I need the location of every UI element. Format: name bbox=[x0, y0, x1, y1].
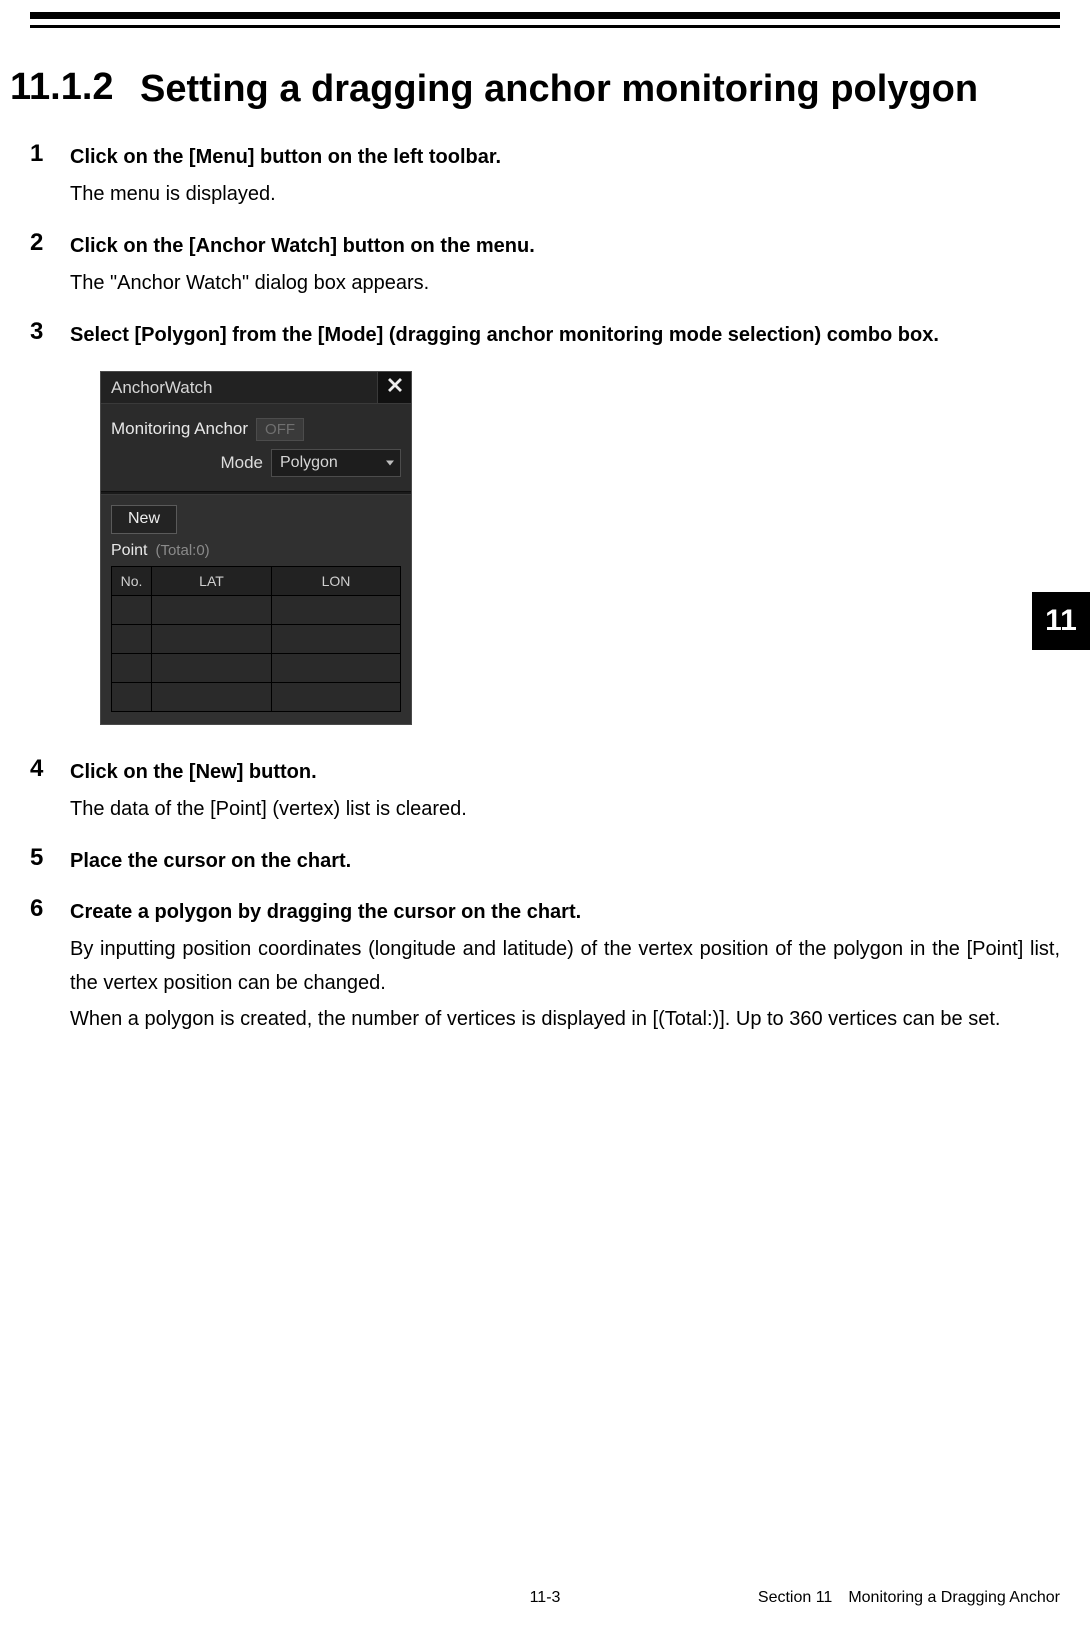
mode-label: Mode bbox=[220, 453, 263, 473]
table-row[interactable] bbox=[112, 624, 401, 653]
step-number: 4 bbox=[30, 755, 70, 783]
step-number: 1 bbox=[30, 140, 70, 168]
heading-text: Setting a dragging anchor monitoring pol… bbox=[140, 66, 978, 114]
anchor-watch-dialog-figure: AnchorWatch Monitoring Anchor OFF Mode P… bbox=[100, 371, 1060, 725]
point-label: Point bbox=[111, 542, 147, 560]
sub-rule bbox=[30, 25, 1060, 28]
page-footer: 11-3 Section 11 Monitoring a Dragging An… bbox=[0, 1589, 1090, 1607]
monitoring-anchor-toggle[interactable]: OFF bbox=[256, 418, 304, 441]
chapter-tab: 11 bbox=[1032, 592, 1090, 650]
step: 2 Click on the [Anchor Watch] button on … bbox=[30, 229, 1060, 300]
step: 4 Click on the [New] button. The data of… bbox=[30, 755, 1060, 826]
table-row[interactable] bbox=[112, 595, 401, 624]
mode-combo[interactable]: Polygon bbox=[271, 449, 401, 477]
col-no: No. bbox=[112, 566, 152, 595]
section-heading: 11.1.2 Setting a dragging anchor monitor… bbox=[10, 66, 1060, 114]
step-number: 6 bbox=[30, 895, 70, 923]
step-title: Click on the [Anchor Watch] button on th… bbox=[70, 231, 1060, 262]
section-label: Section 11 Monitoring a Dragging Anchor bbox=[758, 1589, 1060, 1607]
col-lat: LAT bbox=[152, 566, 272, 595]
point-total: (Total:0) bbox=[155, 542, 209, 559]
mode-combo-value: Polygon bbox=[280, 454, 338, 472]
step-desc: When a polygon is created, the number of… bbox=[70, 1002, 1060, 1036]
dialog-title: AnchorWatch bbox=[101, 372, 377, 403]
dialog-titlebar: AnchorWatch bbox=[101, 372, 411, 404]
step-title: Click on the [Menu] button on the left t… bbox=[70, 142, 1060, 173]
anchor-watch-dialog: AnchorWatch Monitoring Anchor OFF Mode P… bbox=[100, 371, 412, 725]
step: 3 Select [Polygon] from the [Mode] (drag… bbox=[30, 318, 1060, 351]
step-title: Create a polygon by dragging the cursor … bbox=[70, 897, 1060, 928]
step-desc: The data of the [Point] (vertex) list is… bbox=[70, 792, 1060, 826]
step-title: Place the cursor on the chart. bbox=[70, 846, 1060, 877]
point-table: No. LAT LON bbox=[111, 566, 401, 712]
step-title: Click on the [New] button. bbox=[70, 757, 1060, 788]
step-number: 5 bbox=[30, 844, 70, 872]
step-title: Select [Polygon] from the [Mode] (draggi… bbox=[70, 320, 1060, 351]
step: 1 Click on the [Menu] button on the left… bbox=[30, 140, 1060, 211]
step: 5 Place the cursor on the chart. bbox=[30, 844, 1060, 877]
step: 6 Create a polygon by dragging the curso… bbox=[30, 895, 1060, 1036]
step-desc: By inputting position coordinates (longi… bbox=[70, 932, 1060, 1000]
chevron-down-icon bbox=[386, 460, 394, 465]
close-icon bbox=[387, 377, 403, 398]
table-row[interactable] bbox=[112, 682, 401, 711]
page-number: 11-3 bbox=[530, 1589, 561, 1607]
step-desc: The "Anchor Watch" dialog box appears. bbox=[70, 266, 1060, 300]
new-button[interactable]: New bbox=[111, 505, 177, 534]
step-desc: The menu is displayed. bbox=[70, 177, 1060, 211]
close-button[interactable] bbox=[377, 372, 411, 403]
monitoring-anchor-label: Monitoring Anchor bbox=[111, 419, 248, 439]
heading-number: 11.1.2 bbox=[10, 66, 140, 109]
table-row[interactable] bbox=[112, 653, 401, 682]
step-number: 3 bbox=[30, 318, 70, 346]
step-number: 2 bbox=[30, 229, 70, 257]
col-lon: LON bbox=[272, 566, 401, 595]
top-rule bbox=[30, 12, 1060, 19]
